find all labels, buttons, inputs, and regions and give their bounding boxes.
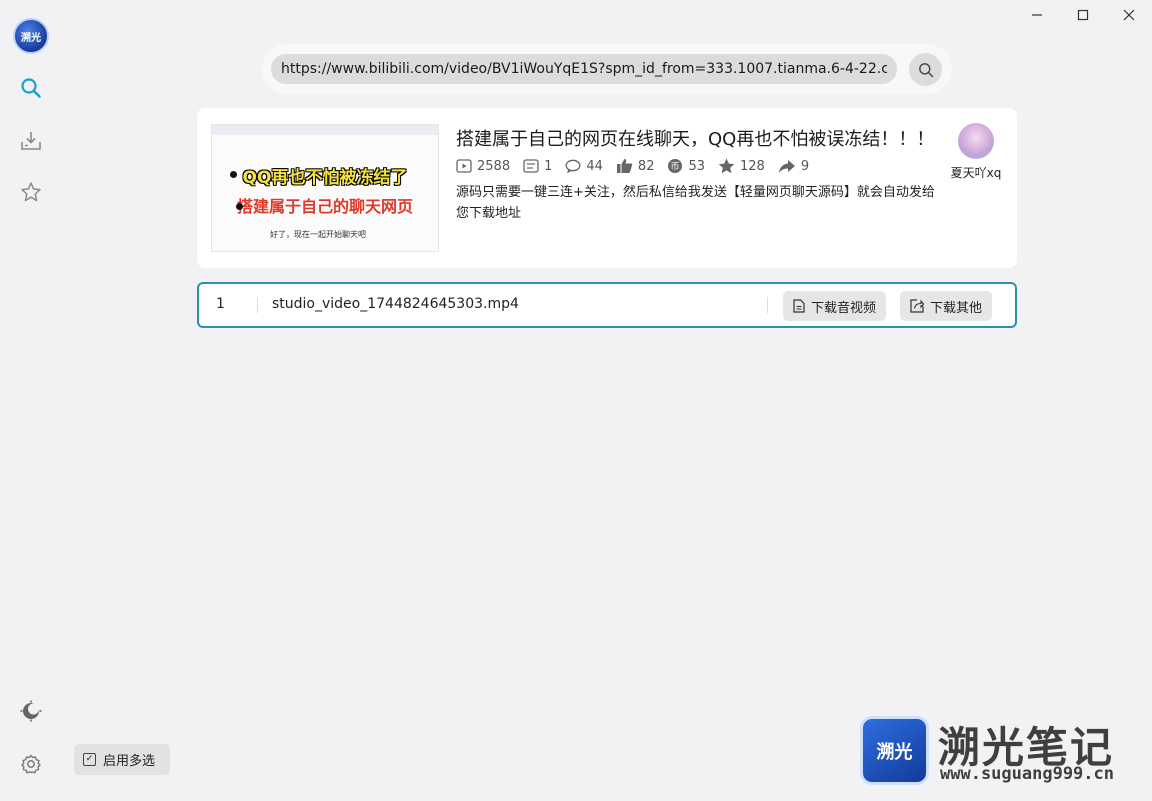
thumbnail-caption-1: QQ再也不怕被冻结了: [242, 168, 408, 188]
theme-toggle-icon: [20, 700, 42, 722]
download-av-label: 下载音视频: [811, 300, 877, 316]
multi-select-label: 启用多选: [103, 754, 156, 769]
stat-danmaku-value: 1: [544, 158, 553, 174]
stat-comments-value: 44: [586, 158, 603, 174]
video-thumbnail[interactable]: QQ再也不怕被冻结了 搭建属于自己的聊天网页 好了，现在一起开始聊天吧: [211, 124, 439, 252]
sidebar-item-search[interactable]: [17, 74, 45, 102]
file-row[interactable]: 1 studio_video_1744824645303.mp4 下载音视频 下…: [197, 282, 1017, 328]
download-icon: [21, 132, 41, 150]
minimize-icon: [1032, 14, 1042, 16]
stat-favorites-value: 128: [740, 158, 765, 174]
maximize-button[interactable]: [1060, 0, 1106, 30]
thumbnail-dot: [230, 171, 237, 178]
comment-icon: [565, 159, 581, 173]
divider: [767, 297, 768, 313]
download-other-button[interactable]: 下载其他: [900, 291, 993, 321]
danmaku-icon: [523, 159, 539, 173]
search-icon: [918, 62, 933, 77]
url-search-bar: [262, 44, 952, 94]
file-name: studio_video_1744824645303.mp4: [272, 296, 519, 312]
stat-coins: 币 53: [667, 158, 705, 174]
divider: [257, 297, 258, 313]
minimize-button[interactable]: [1014, 0, 1060, 30]
checkbox-icon: ✓: [83, 753, 96, 766]
thumbnail-dot: [236, 203, 243, 210]
export-icon: [910, 299, 924, 313]
thumbnail-caption-3: 好了，现在一起开始聊天吧: [270, 230, 366, 239]
search-icon: [21, 78, 41, 98]
stat-views-value: 2588: [477, 158, 511, 174]
stat-shares: 9: [778, 159, 809, 174]
watermark-logo: 溯光: [860, 716, 929, 785]
play-count-icon: [456, 159, 472, 173]
svg-text:币: 币: [671, 162, 680, 173]
stat-shares-value: 9: [800, 158, 810, 174]
settings-button[interactable]: [17, 750, 45, 778]
theme-toggle-button[interactable]: [17, 697, 45, 725]
window-controls: [1014, 0, 1152, 30]
coin-icon: 币: [668, 159, 683, 173]
document-icon: [793, 299, 805, 313]
sidebar-item-downloads[interactable]: [17, 127, 45, 155]
favorite-star-icon: [718, 158, 735, 174]
maximize-icon: [1077, 9, 1089, 21]
avatar[interactable]: [958, 123, 994, 159]
stat-danmaku: 1: [523, 159, 552, 174]
file-row-index: 1: [216, 296, 225, 312]
download-av-button[interactable]: 下载音视频: [783, 291, 887, 321]
watermark-url: www.suguang999.cn: [940, 764, 1114, 784]
uploader-name: 夏天吖xq: [950, 166, 1002, 180]
app-logo: 溯光: [13, 18, 49, 54]
url-input[interactable]: [271, 54, 897, 84]
share-icon: [778, 159, 795, 173]
video-title: 搭建属于自己的网页在线聊天，QQ再也不怕被误冻结！！！: [456, 129, 935, 150]
stat-likes: 82: [616, 158, 655, 174]
video-stats: 2588 1 44 82 币 53 128 9: [456, 158, 822, 174]
uploader[interactable]: 夏天吖xq: [947, 123, 1005, 181]
stat-likes-value: 82: [637, 158, 655, 174]
gear-icon: [21, 754, 41, 774]
thumbnail-caption-2: 搭建属于自己的聊天网页: [236, 197, 413, 216]
stat-views: 2588: [456, 159, 510, 174]
stat-comments: 44: [565, 159, 603, 174]
star-icon: [21, 182, 41, 202]
stat-favorites: 128: [718, 158, 765, 174]
enable-multi-select-button[interactable]: ✓ 启用多选: [74, 744, 170, 775]
download-other-label: 下载其他: [930, 300, 983, 316]
thumbs-up-icon: [616, 159, 633, 173]
sidebar: 溯光: [0, 0, 62, 801]
watermark: 溯光 溯光笔记 www.suguang999.cn: [860, 714, 1140, 794]
stat-coins-value: 53: [688, 158, 706, 174]
thumbnail-browser-bar: [212, 125, 438, 135]
close-button[interactable]: [1106, 0, 1152, 30]
close-icon: [1123, 9, 1135, 21]
search-button[interactable]: [909, 53, 942, 86]
video-info-card: QQ再也不怕被冻结了 搭建属于自己的聊天网页 好了，现在一起开始聊天吧 搭建属于…: [197, 108, 1017, 268]
sidebar-item-favorites[interactable]: [17, 178, 45, 206]
video-description: 源码只需要一键三连+关注，然后私信给我发送【轻量网页聊天源码】就会自动发给您下载…: [456, 185, 935, 221]
